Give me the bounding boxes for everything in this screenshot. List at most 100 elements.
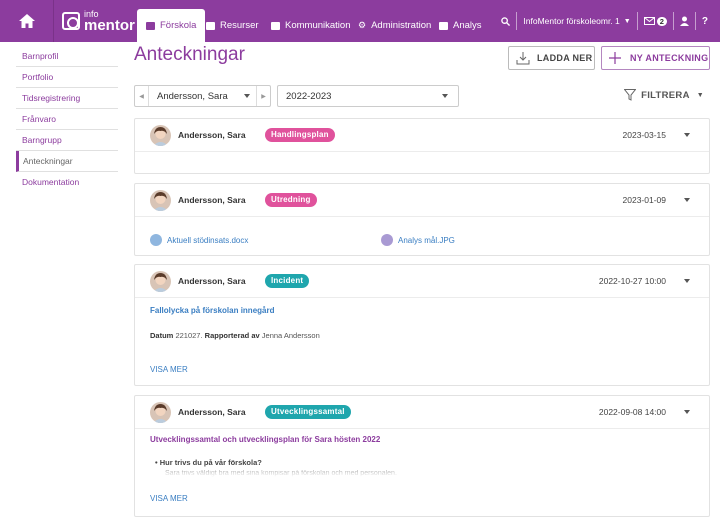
messages-button[interactable]: 2 bbox=[636, 12, 673, 30]
note-card-header[interactable]: Andersson, Sara Utredning 2023-01-09 bbox=[135, 184, 709, 217]
home-button[interactable] bbox=[0, 0, 54, 42]
preschool-icon bbox=[146, 21, 155, 30]
sidebar-item-dokumentation[interactable]: Dokumentation bbox=[16, 172, 118, 193]
filter-row: ◀ Andersson, Sara ▶ 2022-2023 FILTRERA ▼ bbox=[134, 85, 710, 107]
note-card[interactable]: Andersson, Sara Incident 2022-10-27 10:0… bbox=[134, 264, 710, 386]
question-text: Hur trivs du på vår förskola? bbox=[159, 458, 262, 467]
communication-icon bbox=[271, 21, 280, 30]
sidebar-item-tidsregistrering[interactable]: Tidsregistrering bbox=[16, 88, 118, 109]
note-date: 2023-03-15 bbox=[622, 130, 666, 140]
meta-reporter-value: Jenna Andersson bbox=[261, 331, 320, 340]
account-selector[interactable]: InfoMentor förskoleomr. 1 ▼ bbox=[516, 12, 636, 30]
note-title: Utvecklingssamtal och utvecklingsplan fö… bbox=[150, 435, 381, 444]
note-category-badge: Incident bbox=[265, 274, 310, 288]
year-select-value: 2022-2023 bbox=[286, 90, 332, 102]
gear-icon: ⚙ bbox=[358, 20, 367, 30]
chevron-down-icon[interactable] bbox=[684, 279, 690, 283]
help-button[interactable]: ? bbox=[694, 12, 720, 30]
note-card[interactable]: Andersson, Sara Handlingsplan 2023-03-15 bbox=[134, 118, 710, 174]
note-title: Fallolycka på förskolan innegård bbox=[150, 306, 275, 315]
sidebar-item-barnprofil[interactable]: Barnprofil bbox=[16, 46, 118, 67]
chevron-down-icon[interactable] bbox=[684, 198, 690, 202]
plus-icon bbox=[609, 52, 621, 64]
tab-administration[interactable]: ⚙ Administration bbox=[349, 9, 440, 42]
attachment-link[interactable]: Aktuell stödinsats.docx bbox=[150, 234, 248, 246]
infomentor-logo[interactable]: info mentor bbox=[62, 8, 135, 34]
sidebar-item-label: Dokumentation bbox=[22, 177, 80, 187]
chevron-down-icon: ▼ bbox=[623, 17, 631, 25]
note-category-badge: Handlingsplan bbox=[265, 128, 335, 142]
note-date: 2022-10-27 10:00 bbox=[598, 276, 666, 286]
document-icon bbox=[150, 234, 162, 246]
sidebar-item-label: Tidsregistrering bbox=[22, 93, 81, 103]
note-card[interactable]: Andersson, Sara Utvecklingssamtal 2022-0… bbox=[134, 395, 710, 517]
tab-resurser[interactable]: Resurser bbox=[197, 9, 268, 42]
chevron-down-icon[interactable] bbox=[684, 133, 690, 137]
show-more-link[interactable]: VISA MER bbox=[150, 494, 188, 503]
sidebar-item-label: Portfolio bbox=[22, 72, 54, 82]
tab-kommunikation-label: Kommunikation bbox=[285, 20, 351, 31]
page-title: Anteckningar bbox=[134, 44, 245, 65]
attachment-link[interactable]: Analys mål.JPG bbox=[381, 234, 455, 246]
attachment-filename: Aktuell stödinsats.docx bbox=[167, 235, 249, 245]
chevron-down-icon: ▼ bbox=[696, 91, 704, 99]
filter-button[interactable]: FILTRERA ▼ bbox=[624, 89, 704, 101]
year-selector[interactable]: 2022-2023 bbox=[277, 85, 459, 107]
tab-analys-label: Analys bbox=[453, 20, 482, 31]
sidebar-item-label: Anteckningar bbox=[23, 156, 73, 166]
new-note-button[interactable]: NY ANTECKNING bbox=[601, 46, 710, 70]
note-date: 2022-09-08 14:00 bbox=[598, 407, 666, 417]
download-icon bbox=[516, 51, 530, 64]
next-person-button[interactable]: ▶ bbox=[256, 86, 270, 106]
avatar bbox=[150, 190, 171, 211]
note-category-badge: Utvecklingssamtal bbox=[265, 405, 351, 419]
note-card-body: Aktuell stödinsats.docx Analys mål.JPG bbox=[135, 217, 709, 255]
chevron-down-icon bbox=[442, 94, 448, 98]
note-category-badge: Utredning bbox=[265, 193, 317, 207]
logo-text-bottom: mentor bbox=[84, 17, 135, 34]
avatar bbox=[150, 271, 171, 292]
note-person-name: Andersson, Sara bbox=[178, 276, 246, 286]
filter-label: FILTRERA bbox=[641, 89, 690, 101]
sidebar-item-label: Barngrupp bbox=[22, 135, 62, 145]
tab-kommunikation[interactable]: Kommunikation bbox=[262, 9, 359, 42]
note-card[interactable]: Andersson, Sara Utredning 2023-01-09 Akt… bbox=[134, 183, 710, 256]
user-icon bbox=[679, 16, 689, 26]
download-button[interactable]: LADDA NER bbox=[508, 46, 595, 70]
avatar bbox=[150, 402, 171, 423]
search-icon bbox=[501, 16, 511, 26]
chevron-down-icon bbox=[244, 94, 250, 98]
person-select-value: Andersson, Sara bbox=[157, 90, 228, 102]
note-question: • Hur trivs du på vår förskola? bbox=[155, 458, 262, 467]
bullet-icon: • bbox=[155, 458, 158, 467]
sidebar: Barnprofil Portfolio Tidsregistrering Fr… bbox=[0, 42, 120, 519]
tab-forskola[interactable]: Förskola bbox=[137, 9, 206, 42]
meta-reporter-label: Rapporterad av bbox=[204, 331, 260, 340]
attachment-filename: Analys mål.JPG bbox=[398, 235, 455, 245]
tab-forskola-label: Förskola bbox=[160, 20, 197, 31]
sidebar-item-barngrupp[interactable]: Barngrupp bbox=[16, 130, 118, 151]
note-answer-preview: Sara trivs väldigt bra med sina kompisar… bbox=[165, 470, 397, 477]
person-selector[interactable]: ◀ Andersson, Sara ▶ bbox=[134, 85, 271, 107]
tab-administration-label: Administration bbox=[371, 20, 432, 31]
profile-button[interactable] bbox=[672, 12, 695, 30]
home-icon bbox=[18, 14, 35, 28]
tab-analys[interactable]: Analys bbox=[430, 9, 491, 42]
note-card-body: Fallolycka på förskolan innegård Datum 2… bbox=[135, 298, 709, 386]
note-card-header[interactable]: Andersson, Sara Utvecklingssamtal 2022-0… bbox=[135, 396, 709, 429]
resources-icon bbox=[206, 21, 215, 30]
previous-person-button[interactable]: ◀ bbox=[135, 86, 149, 106]
meta-date-label: Datum bbox=[150, 331, 174, 340]
note-card-header[interactable]: Andersson, Sara Handlingsplan 2023-03-15 bbox=[135, 119, 709, 152]
sidebar-item-label: Frånvaro bbox=[22, 114, 57, 124]
show-more-link[interactable]: VISA MER bbox=[150, 365, 188, 374]
search-button[interactable] bbox=[495, 12, 516, 30]
sidebar-item-portfolio[interactable]: Portfolio bbox=[16, 67, 118, 88]
note-card-body: Utvecklingssamtal och utvecklingsplan fö… bbox=[135, 429, 709, 517]
note-person-name: Andersson, Sara bbox=[178, 195, 246, 205]
sidebar-item-franvaro[interactable]: Frånvaro bbox=[16, 109, 118, 130]
chevron-down-icon[interactable] bbox=[684, 410, 690, 414]
note-card-header[interactable]: Andersson, Sara Incident 2022-10-27 10:0… bbox=[135, 265, 709, 298]
sidebar-item-anteckningar[interactable]: Anteckningar bbox=[16, 151, 118, 172]
message-count-badge: 2 bbox=[656, 16, 667, 26]
